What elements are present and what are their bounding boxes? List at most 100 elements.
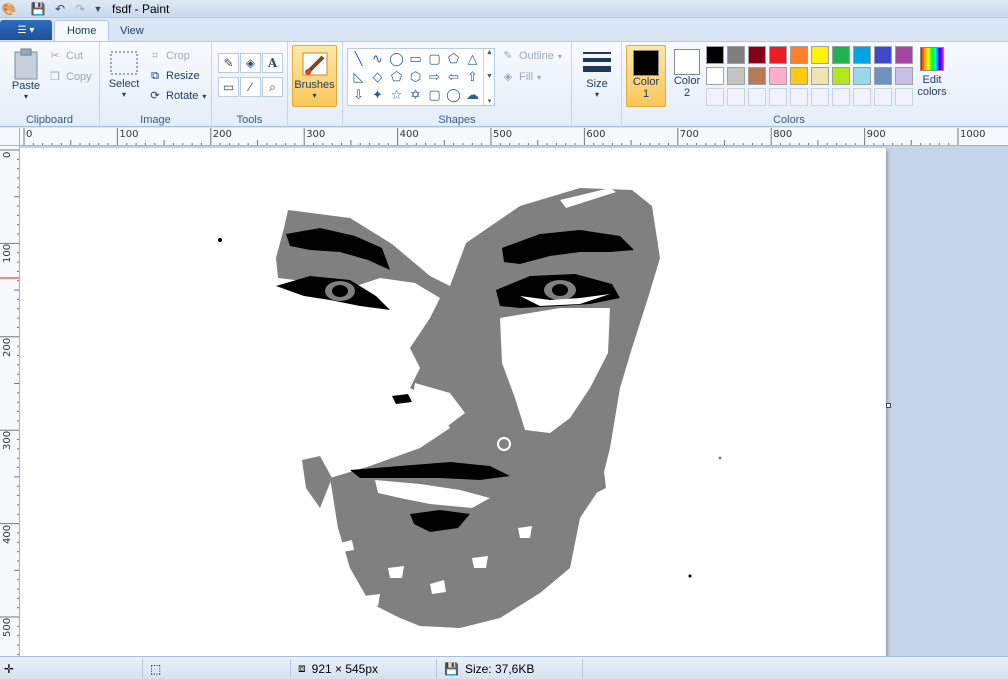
curve-shape-icon[interactable]: ∿ [368,50,387,67]
paste-button[interactable]: Paste ▾ [8,48,44,101]
eraser-icon[interactable]: ▭ [218,77,239,97]
palette-swatch[interactable] [853,46,871,64]
line-size-icon [583,52,611,72]
right-arrow-shape-icon[interactable]: ⇨ [425,68,444,85]
text-tool-icon[interactable]: A [262,53,283,73]
custom-color-slot[interactable] [706,88,724,106]
diamond-shape-icon[interactable]: ◇ [368,68,387,85]
rectangle-shape-icon[interactable]: ▭ [406,50,425,67]
shapes-gallery: ╲ ∿ ◯ ▭ ▢ ⬠ △ ◺ ◇ ⬠ ⬡ ⇨ ⇦ ⇧ ⇩ ✦ ☆ ✡ ▢ ◯ … [347,48,495,106]
status-bar: ✛ ⬚ ⧈ 921 × 545px 💾 Size: 37,6KB [0,656,1008,679]
color1-button[interactable]: Color 1 [626,45,666,107]
crop-button[interactable]: ⌗ Crop [148,47,190,65]
palette-swatch[interactable] [874,46,892,64]
up-arrow-shape-icon[interactable]: ⇧ [463,68,482,85]
custom-color-slot[interactable] [790,88,808,106]
palette-swatch[interactable] [895,67,913,85]
palette-swatch[interactable] [853,67,871,85]
save-icon[interactable]: 💾 [30,1,46,17]
palette-swatch[interactable] [832,46,850,64]
paint-app-icon[interactable]: 🎨 [2,1,17,17]
copy-button[interactable]: ❐ Copy [48,68,92,86]
oval-shape-icon[interactable]: ◯ [387,50,406,67]
disk-icon: 💾 [444,661,459,676]
brushes-label: Brushes [294,79,335,91]
vertical-ruler-label: 200 [2,337,13,357]
select-button[interactable]: Select ▾ [106,50,142,99]
color-picker-icon[interactable]: ⁄ [240,77,261,97]
hexagon-shape-icon[interactable]: ⬡ [406,68,425,85]
file-size-indicator: 💾 Size: 37,6KB [444,660,534,677]
brushes-button[interactable]: Brushes ▾ [292,45,337,107]
customize-quick-access-icon[interactable]: ▼ [92,1,104,17]
pentagon-shape-icon[interactable]: ⬠ [387,68,406,85]
fill-bucket-icon[interactable]: ◈ [240,53,261,73]
rounded-callout-shape-icon[interactable]: ▢ [425,86,444,103]
line-shape-icon[interactable]: ╲ [349,50,368,67]
custom-color-slot[interactable] [895,88,913,106]
scroll-down-icon[interactable]: ▼ [486,73,493,80]
color2-label-line2: 2 [683,87,691,99]
cut-button[interactable]: ✂ Cut [48,47,83,65]
custom-color-slot[interactable] [769,88,787,106]
four-point-star-shape-icon[interactable]: ✦ [368,86,387,103]
palette-swatch[interactable] [832,67,850,85]
clipboard-icon [14,48,38,80]
triangle-shape-icon[interactable]: △ [463,50,482,67]
custom-color-slot[interactable] [853,88,871,106]
outline-icon: ✎ [503,50,513,62]
edit-colors-button[interactable]: Edit colors [912,47,952,98]
shapes-scrollbar[interactable]: ▲ ▼ ▾ [483,49,495,105]
expand-gallery-icon[interactable]: ▾ [488,97,492,105]
palette-swatch[interactable] [727,46,745,64]
custom-color-slot[interactable] [748,88,766,106]
size-group: Size ▾ [572,42,622,128]
tab-home[interactable]: Home [54,20,110,41]
palette-swatch[interactable] [874,67,892,85]
palette-swatch[interactable] [811,46,829,64]
rounded-rectangle-shape-icon[interactable]: ▢ [425,50,444,67]
palette-swatch[interactable] [748,67,766,85]
palette-swatch[interactable] [727,67,745,85]
horizontal-ruler-label: 400 [399,129,419,140]
palette-swatch[interactable] [706,46,724,64]
palette-swatch[interactable] [790,46,808,64]
status-separator [290,659,291,678]
canvas-resize-handle[interactable] [886,403,891,408]
polygon-shape-icon[interactable]: ⬠ [444,50,463,67]
rotate-button[interactable]: ⟳ Rotate ▾ [148,87,206,105]
oval-callout-shape-icon[interactable]: ◯ [444,86,463,103]
drawing-canvas[interactable] [20,148,886,656]
palette-swatch[interactable] [790,67,808,85]
file-menu-button[interactable]: ☰ ▾ [0,20,52,40]
resize-button[interactable]: ⧉ Resize [148,67,200,85]
left-arrow-shape-icon[interactable]: ⇦ [444,68,463,85]
custom-color-slot[interactable] [832,88,850,106]
palette-swatch[interactable] [748,46,766,64]
color2-button[interactable]: Color 2 [667,45,707,107]
palette-swatch[interactable] [895,46,913,64]
scroll-up-icon[interactable]: ▲ [486,49,493,56]
custom-color-slot[interactable] [874,88,892,106]
six-point-star-shape-icon[interactable]: ✡ [406,86,425,103]
pencil-icon[interactable]: ✎ [218,53,239,73]
fill-button[interactable]: ◈ Fill ▾ [501,68,541,86]
palette-swatch[interactable] [811,67,829,85]
color1-label-line1: Color [632,76,660,88]
cloud-callout-shape-icon[interactable]: ☁ [463,86,482,103]
crop-label: Crop [166,50,190,62]
outline-button[interactable]: ✎ Outline ▾ [501,47,561,65]
undo-icon[interactable]: ↶ [52,1,68,17]
palette-swatch[interactable] [769,67,787,85]
right-triangle-shape-icon[interactable]: ◺ [349,68,368,85]
custom-color-slot[interactable] [811,88,829,106]
tab-view[interactable]: View [108,20,156,41]
down-arrow-shape-icon[interactable]: ⇩ [349,86,368,103]
size-button[interactable]: Size ▾ [580,48,614,99]
five-point-star-shape-icon[interactable]: ☆ [387,86,406,103]
custom-color-slot[interactable] [727,88,745,106]
palette-swatch[interactable] [706,67,724,85]
magnifier-icon[interactable]: ⌕ [262,77,283,97]
redo-icon[interactable]: ↷ [72,1,88,17]
palette-swatch[interactable] [769,46,787,64]
